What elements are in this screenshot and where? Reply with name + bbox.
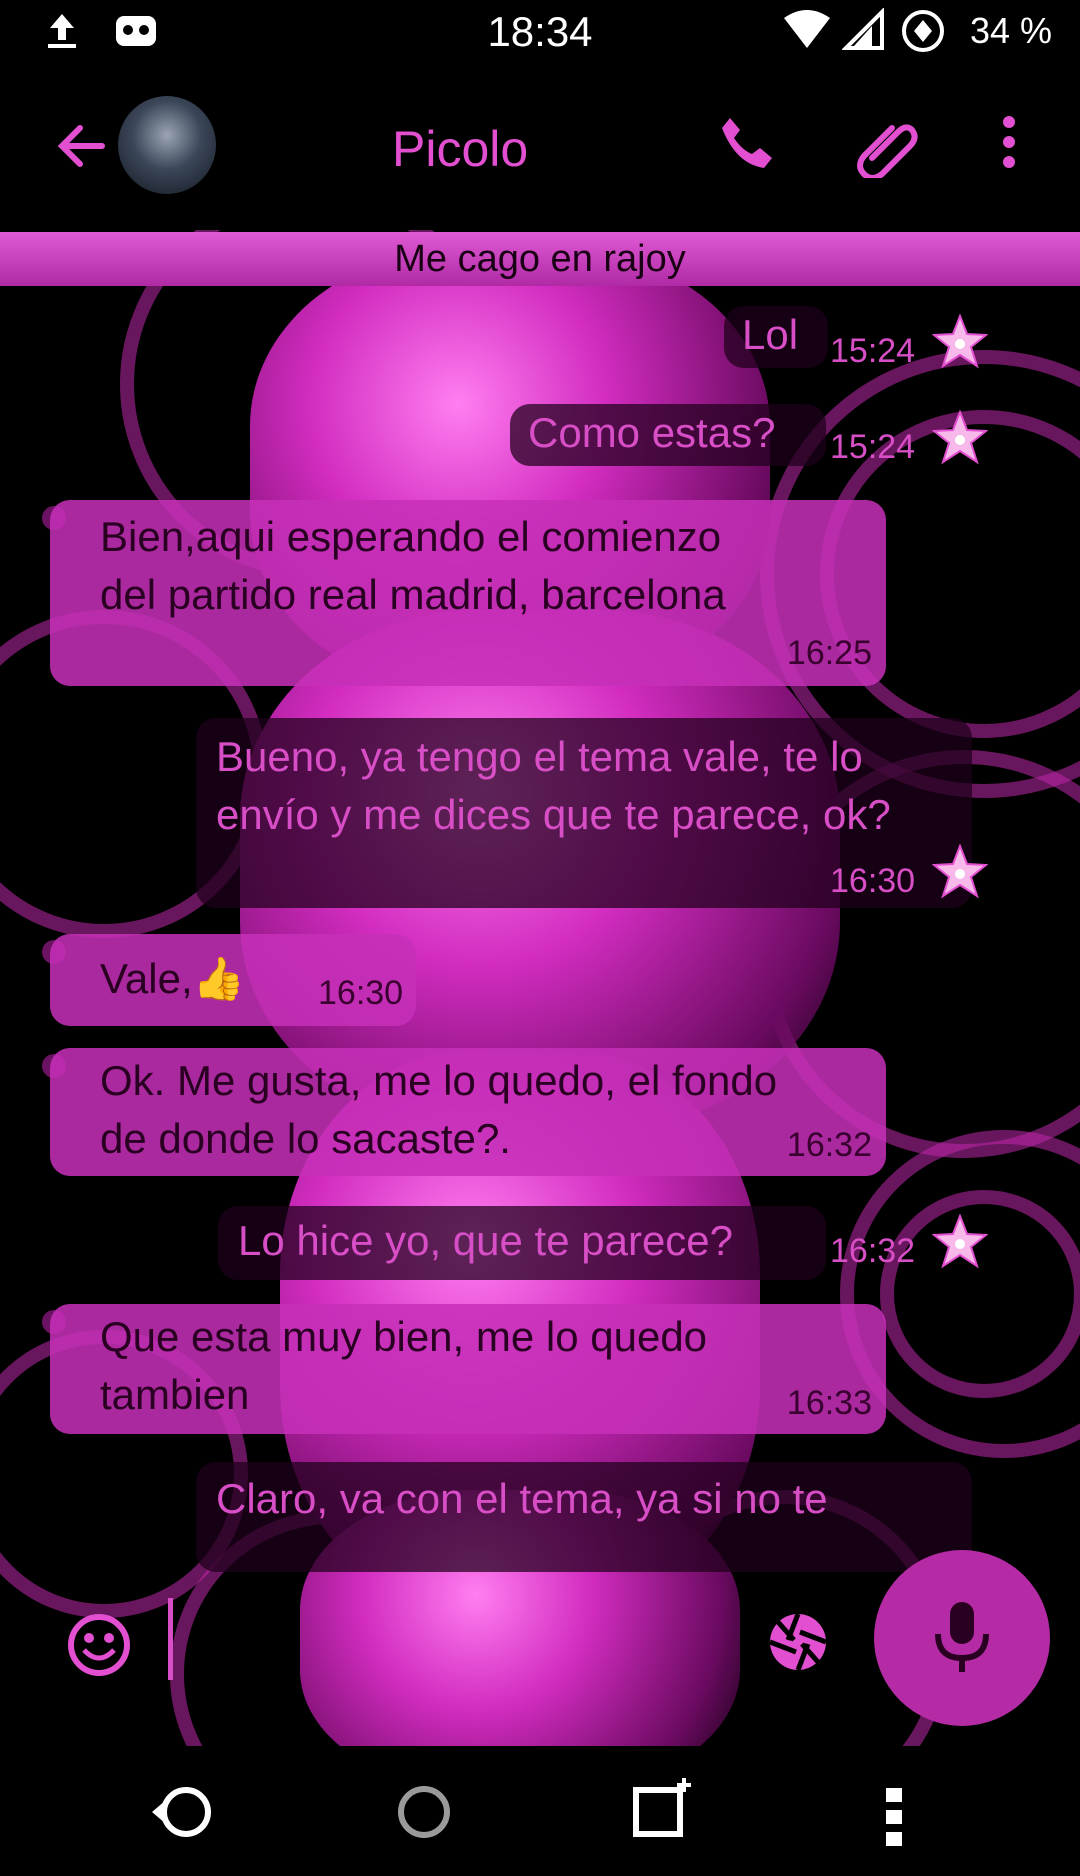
camera-shutter-icon[interactable] bbox=[766, 1610, 830, 1674]
message-text-line: de donde lo sacaste?. bbox=[100, 1115, 511, 1162]
message-bubble-incoming[interactable]: Bien,aqui esperando el comienzo del part… bbox=[50, 500, 886, 686]
navigation-bar bbox=[0, 1746, 1080, 1876]
status-bar: 18:34 34 % bbox=[0, 0, 1080, 62]
emoji-smiley-icon[interactable] bbox=[66, 1612, 132, 1678]
overflow-menu-icon[interactable] bbox=[1000, 112, 1018, 172]
recents-icon[interactable] bbox=[630, 1776, 696, 1842]
avatar[interactable] bbox=[118, 96, 216, 194]
data-saver-icon bbox=[902, 10, 944, 52]
message-bubble-outgoing[interactable]: Lol bbox=[724, 306, 828, 368]
message-bubble-outgoing[interactable]: Lo hice yo, que te parece? bbox=[218, 1206, 826, 1280]
arrow-left-icon[interactable] bbox=[54, 118, 110, 174]
wifi-icon bbox=[784, 10, 830, 48]
contact-name[interactable]: Picolo bbox=[392, 120, 528, 178]
message-input-cursor[interactable] bbox=[168, 1598, 173, 1680]
message-text-line: Ok. Me gusta, me lo quedo, el fondo bbox=[100, 1057, 778, 1104]
message-text-line: envío y me dices que te parece, ok? bbox=[216, 791, 891, 838]
message-time: 15:24 bbox=[830, 332, 916, 370]
message-bubble-incoming[interactable]: Ok. Me gusta, me lo quedo, el fondo de d… bbox=[50, 1048, 886, 1176]
phone-icon[interactable] bbox=[716, 112, 776, 172]
message-time: 16:30 bbox=[318, 974, 404, 1012]
back-icon[interactable] bbox=[148, 1782, 218, 1842]
microphone-icon bbox=[935, 1602, 989, 1672]
voice-message-button[interactable] bbox=[874, 1550, 1050, 1726]
message-text-line: Que esta muy bien, me lo quedo bbox=[100, 1313, 708, 1360]
attachment-icon[interactable] bbox=[852, 112, 918, 178]
chat-screen: 18:34 34 % Picolo Me cago en rajoy Lol 1… bbox=[0, 0, 1080, 1876]
message-time: 16:25 bbox=[786, 634, 872, 672]
message-time: 16:32 bbox=[830, 1232, 916, 1270]
message-text-line: tambien bbox=[100, 1371, 250, 1418]
message-text-line: del partido real madrid, barcelona bbox=[100, 571, 726, 618]
conversation-toolbar: Picolo bbox=[0, 62, 1080, 230]
signal-icon bbox=[842, 8, 884, 50]
message-text: Claro, va con el tema, ya si no te bbox=[216, 1475, 828, 1522]
message-bubble-outgoing[interactable]: Como estas? bbox=[510, 404, 826, 466]
star-heart-icon bbox=[932, 410, 988, 465]
message-bubble-incoming[interactable]: Que esta muy bien, me lo quedo tambien 1… bbox=[50, 1304, 886, 1434]
message-text: Lo hice yo, que te parece? bbox=[238, 1217, 734, 1264]
star-heart-icon bbox=[932, 844, 988, 899]
home-icon[interactable] bbox=[394, 1782, 454, 1842]
message-text: Lol bbox=[742, 311, 799, 358]
message-time: 16:32 bbox=[786, 1126, 872, 1164]
message-text: Como estas? bbox=[528, 409, 776, 456]
message-text-line: Bien,aqui esperando el comienzo bbox=[100, 513, 722, 560]
menu-icon[interactable] bbox=[882, 1786, 906, 1848]
message-text-line: Bueno, ya tengo el tema vale, te lo bbox=[216, 733, 863, 780]
message-bubble-incoming[interactable]: Vale,👍 16:30 bbox=[50, 934, 416, 1026]
conversation-topic: Me cago en rajoy bbox=[0, 232, 1080, 286]
star-heart-icon bbox=[932, 314, 988, 369]
battery-percentage: 34 % bbox=[969, 10, 1052, 51]
star-heart-icon bbox=[932, 1214, 988, 1269]
message-bubble-outgoing[interactable]: Claro, va con el tema, ya si no te bbox=[196, 1462, 972, 1572]
message-time: 16:30 bbox=[830, 862, 916, 900]
message-time: 16:33 bbox=[786, 1384, 872, 1422]
message-time: 15:24 bbox=[830, 428, 916, 466]
